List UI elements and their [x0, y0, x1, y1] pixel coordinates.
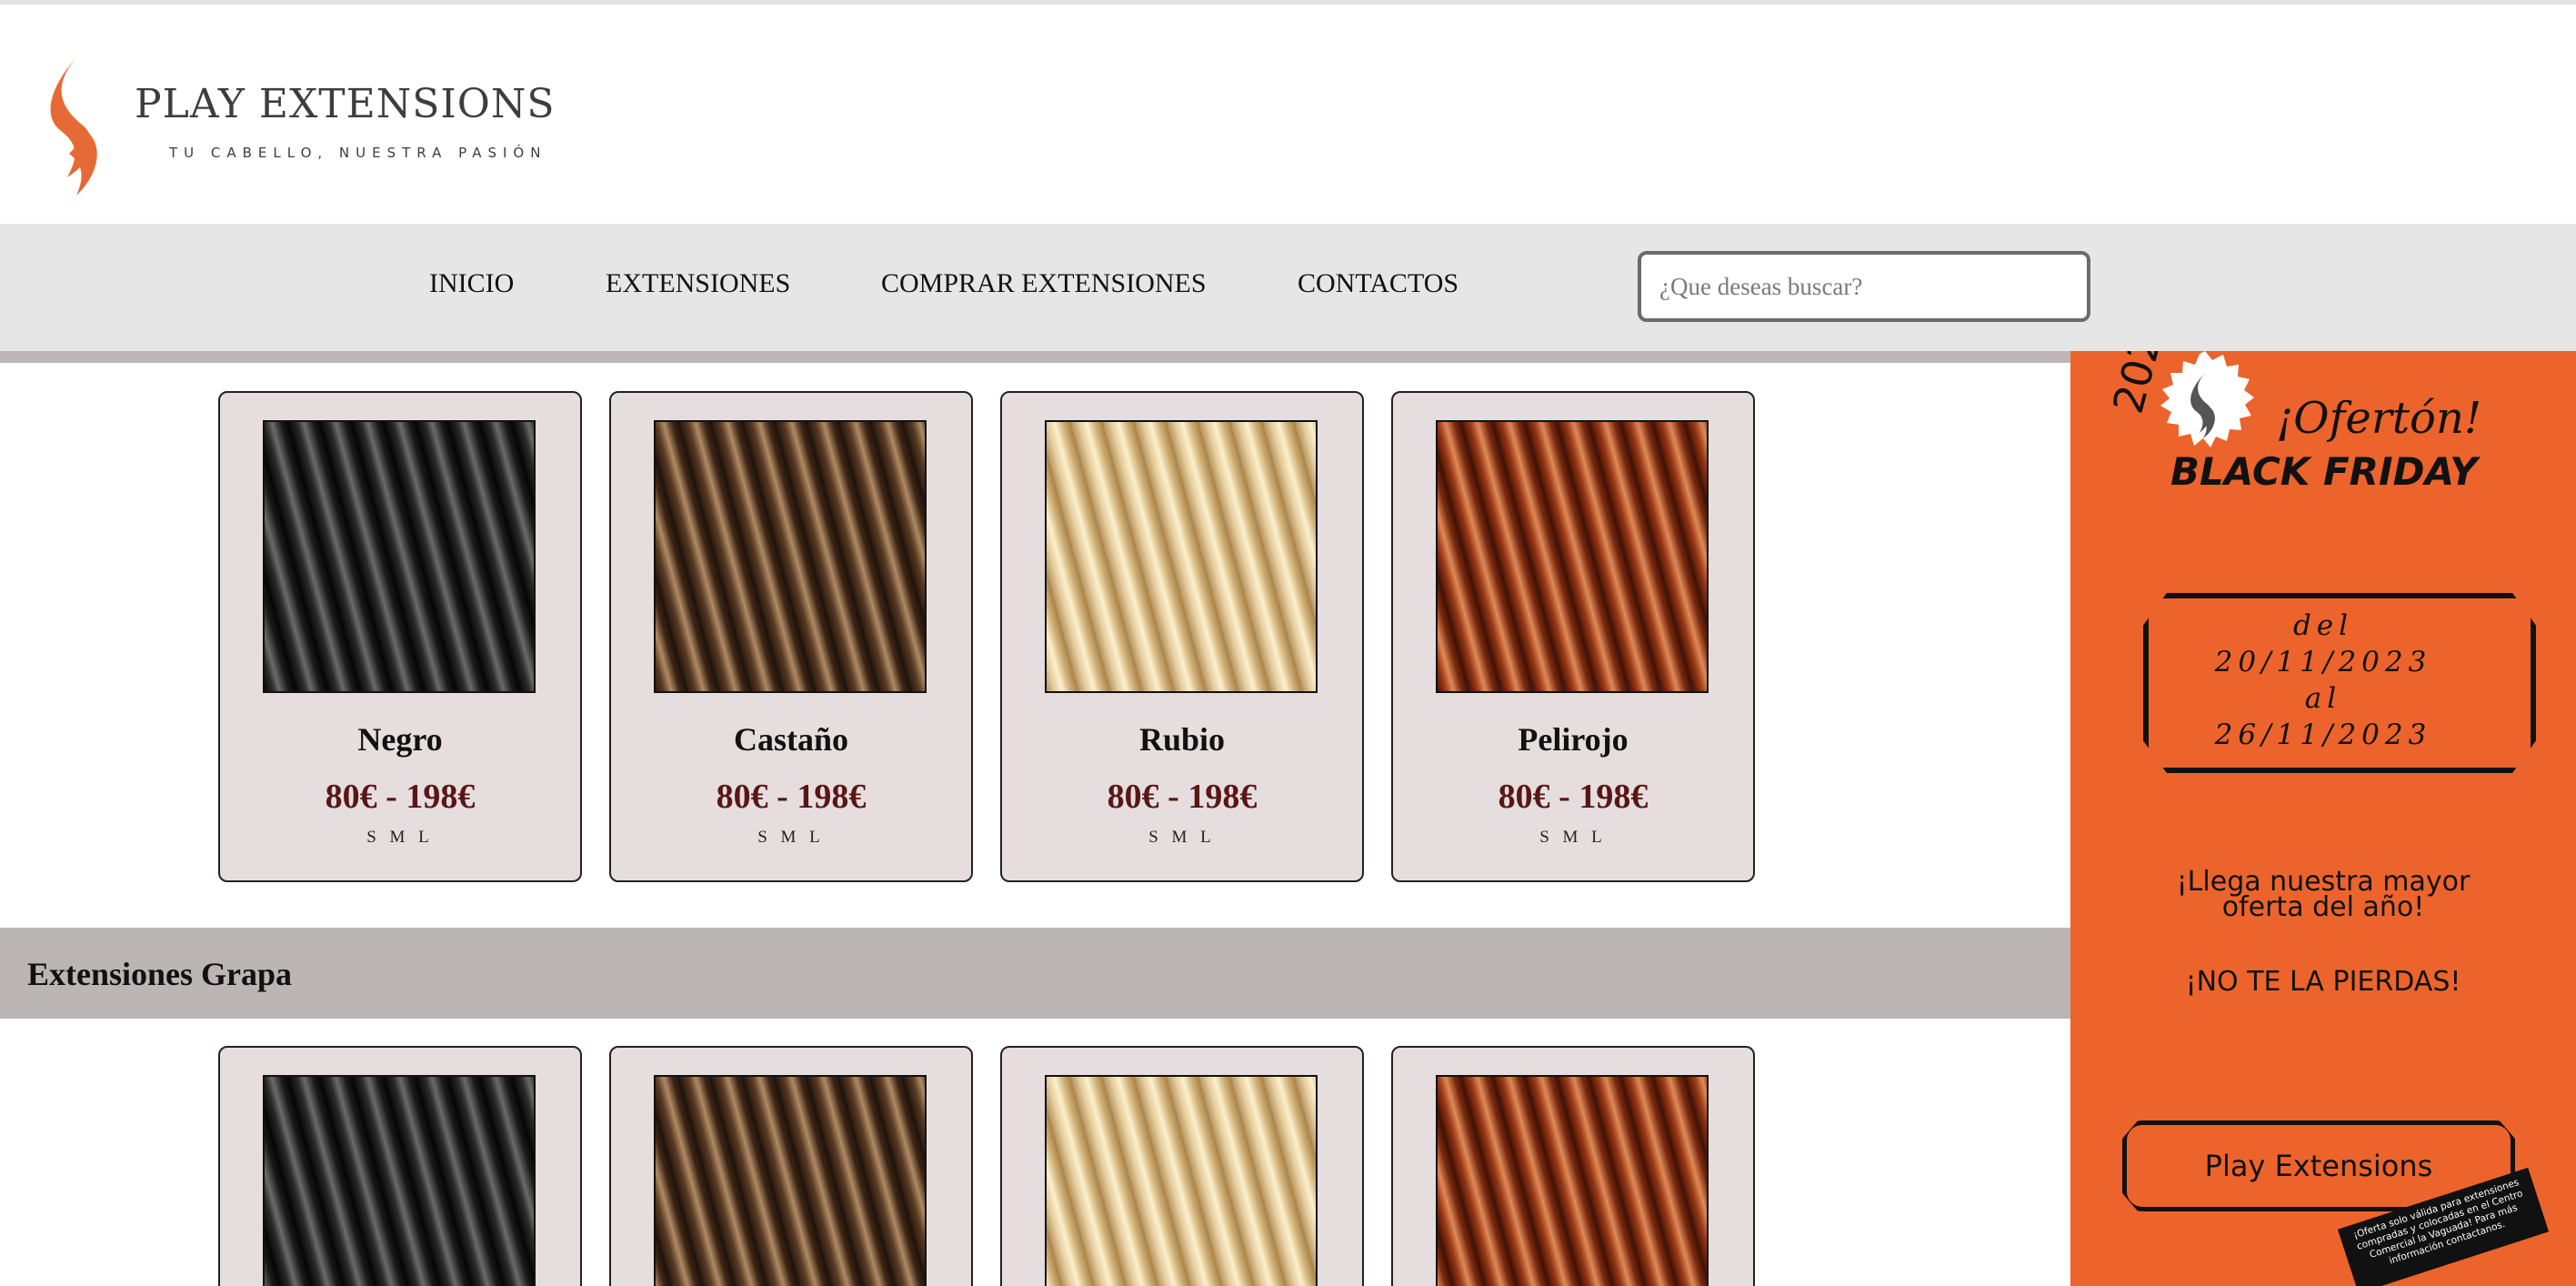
product-image[interactable] — [1045, 1075, 1318, 1286]
promo-date-from-label: del — [2292, 609, 2354, 642]
product-card-rubio-grapa[interactable] — [1000, 1046, 1364, 1286]
product-card-castano[interactable]: Castaño 80€ - 198€ S M L — [609, 391, 973, 882]
product-sizes: S M L — [1148, 828, 1216, 847]
promo-date-end: 26/11/2023 — [2214, 718, 2432, 751]
product-image[interactable] — [263, 420, 536, 693]
product-image[interactable] — [1436, 420, 1709, 693]
promo-message-line2: oferta del año! — [2221, 891, 2425, 923]
nav-item-extensiones[interactable]: EXTENSIONES — [606, 268, 790, 299]
product-image[interactable] — [1436, 1075, 1709, 1286]
brand-name[interactable]: PLAY EXTENSIONS — [135, 81, 556, 127]
promo-date-to-label: al — [2304, 682, 2342, 715]
promo-date-start: 20/11/2023 — [2214, 646, 2432, 678]
product-price: 80€ - 198€ — [325, 778, 476, 816]
seal-badge-icon — [2160, 351, 2254, 447]
product-card-negro[interactable]: Negro 80€ - 198€ S M L — [218, 391, 582, 882]
main-nav: INICIO EXTENSIONES COMPRAR EXTENSIONES C… — [0, 224, 2576, 351]
black-friday-promo: 2023 ¡Ofertón! BLACK FRIDAY del 20/11/20… — [2070, 351, 2576, 1286]
product-sizes: S M L — [757, 828, 825, 847]
nav-item-contactos[interactable]: CONTACTOS — [1298, 268, 1458, 299]
nav-item-inicio[interactable]: INICIO — [429, 268, 514, 299]
product-image[interactable] — [654, 1075, 927, 1286]
product-card-pelirojo[interactable]: Pelirojo 80€ - 198€ S M L — [1391, 391, 1755, 882]
promo-cta: ¡NO TE LA PIERDAS! — [2185, 966, 2461, 998]
product-name[interactable]: Castaño — [611, 720, 971, 759]
product-name[interactable]: Rubio — [1002, 720, 1362, 759]
product-card-rubio[interactable]: Rubio 80€ - 198€ S M L — [1000, 391, 1364, 882]
product-name[interactable]: Negro — [220, 720, 580, 759]
promo-subtitle: BLACK FRIDAY — [2170, 449, 2478, 494]
product-image[interactable] — [263, 1075, 536, 1286]
section-header: Extensiones Grapa — [0, 928, 2070, 1019]
flame-logo-icon[interactable] — [40, 52, 113, 197]
promo-title: ¡Ofertón! — [2276, 393, 2482, 444]
product-price: 80€ - 198€ — [1498, 778, 1649, 816]
product-image[interactable] — [1045, 420, 1318, 693]
product-name[interactable]: Pelirojo — [1393, 720, 1753, 759]
product-price: 80€ - 198€ — [716, 778, 867, 816]
product-card-pelirojo-grapa[interactable] — [1391, 1046, 1755, 1286]
product-image[interactable] — [654, 420, 927, 693]
section-title: Extensiones Grapa — [27, 956, 293, 992]
search-input[interactable] — [1638, 251, 2090, 322]
product-card-negro-grapa[interactable] — [218, 1046, 582, 1286]
brand-tagline: TU CABELLO, NUESTRA PASIÓN — [169, 145, 547, 161]
nav-item-comprar-extensiones[interactable]: COMPRAR EXTENSIONES — [881, 268, 1207, 299]
product-sizes: S M L — [1539, 828, 1607, 847]
product-price: 80€ - 198€ — [1107, 778, 1258, 816]
product-card-castano-grapa[interactable] — [609, 1046, 973, 1286]
site-header: PLAY EXTENSIONS TU CABELLO, NUESTRA PASI… — [0, 5, 2576, 224]
product-sizes: S M L — [366, 828, 434, 847]
